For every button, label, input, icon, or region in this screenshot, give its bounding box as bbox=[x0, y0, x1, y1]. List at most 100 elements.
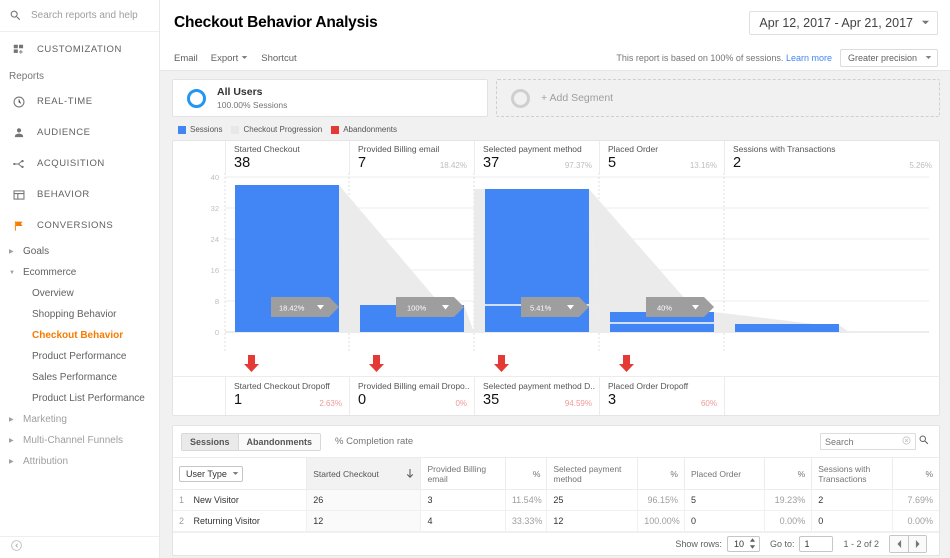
column-provided-billing-email[interactable]: Provided Billing email bbox=[421, 458, 505, 490]
sidebar-item-attribution[interactable]: ▶ Attribution bbox=[0, 451, 159, 472]
table-row[interactable]: 1 New Visitor 26 3 11.54% 25 96.15% 5 19… bbox=[173, 490, 939, 511]
funnel-step-label: Selected payment method bbox=[483, 144, 599, 155]
column-sessions-with-transactions[interactable]: Sessions with Transactions bbox=[812, 458, 892, 490]
behavior-icon bbox=[8, 188, 30, 202]
sidebar-item-label: Ecommerce bbox=[23, 267, 76, 278]
data-table-panel: Sessions Abandonments % Completion rate bbox=[172, 425, 940, 556]
precision-selector[interactable]: Greater precision bbox=[840, 49, 938, 67]
chevron-down-icon bbox=[921, 16, 930, 30]
row-index: 2 bbox=[179, 516, 184, 526]
cell-pct-3: 0.00% bbox=[765, 511, 812, 532]
sidebar-item-overview[interactable]: Overview bbox=[0, 283, 159, 304]
add-segment-label: + Add Segment bbox=[541, 92, 613, 104]
search-input[interactable] bbox=[31, 10, 151, 21]
person-icon bbox=[8, 126, 30, 140]
goto-input[interactable] bbox=[799, 536, 833, 552]
sidebar-item-sales-performance[interactable]: Sales Performance bbox=[0, 367, 159, 388]
next-page-button[interactable] bbox=[908, 536, 926, 552]
cell-provided-billing-email: 4 bbox=[421, 511, 505, 532]
sidebar-item-label: Goals bbox=[23, 246, 49, 257]
clear-icon[interactable] bbox=[902, 436, 911, 447]
sidebar-item-checkout-behavior[interactable]: Checkout Behavior bbox=[0, 325, 159, 346]
row-name[interactable]: Returning Visitor bbox=[194, 516, 260, 526]
sidebar-item-shopping-behavior[interactable]: Shopping Behavior bbox=[0, 304, 159, 325]
title-bar: Checkout Behavior Analysis Apr 12, 2017 … bbox=[160, 0, 950, 46]
column-placed-order[interactable]: Placed Order bbox=[684, 458, 764, 490]
dropoff-label: Provided Billing email Dropo.. bbox=[358, 381, 474, 392]
sidebar-item-multi-channel-funnels[interactable]: ▶ Multi-Channel Funnels bbox=[0, 430, 159, 451]
table-toolbar: Sessions Abandonments % Completion rate bbox=[173, 426, 939, 457]
dropoff-arrow-icon bbox=[493, 355, 510, 373]
date-range-selector[interactable]: Apr 12, 2017 - Apr 21, 2017 bbox=[749, 11, 938, 35]
shortcut-button[interactable]: Shortcut bbox=[261, 53, 296, 64]
tab-abandonments[interactable]: Abandonments bbox=[238, 434, 321, 450]
sidebar-item-goals[interactable]: ▶ Goals bbox=[0, 241, 159, 262]
add-segment-button[interactable]: + Add Segment bbox=[496, 79, 940, 117]
column-pct-4[interactable]: % bbox=[892, 458, 939, 490]
column-pct-1[interactable]: % bbox=[505, 458, 547, 490]
chevron-right-icon: ▶ bbox=[9, 249, 23, 255]
column-pct-3[interactable]: % bbox=[765, 458, 812, 490]
column-started-checkout[interactable]: Started Checkout bbox=[307, 458, 421, 490]
sidebar-item-product-list-performance[interactable]: Product List Performance bbox=[0, 388, 159, 409]
action-bar: Email Export Shortcut This report is bas… bbox=[160, 46, 950, 71]
sidebar-item-behavior[interactable]: BEHAVIOR bbox=[0, 179, 159, 210]
segment-all-users[interactable]: All Users 100.00% Sessions bbox=[172, 79, 488, 117]
row-dimension-cell: 1 New Visitor bbox=[173, 490, 307, 511]
y-axis-ticks: 40 32 24 16 8 0 bbox=[211, 173, 219, 337]
sidebar-collapse-toggle[interactable] bbox=[0, 536, 159, 558]
sidebar-search[interactable] bbox=[0, 0, 159, 32]
segment-ring-icon bbox=[511, 89, 530, 108]
funnel-chart-panel: Started Checkout 38 Provided Billing ema… bbox=[172, 140, 940, 416]
email-button[interactable]: Email bbox=[174, 53, 198, 64]
cell-placed-order: 5 bbox=[684, 490, 764, 511]
column-selected-payment-method[interactable]: Selected payment method bbox=[547, 458, 638, 490]
learn-more-link[interactable]: Learn more bbox=[786, 53, 832, 63]
chevron-right-icon: ▶ bbox=[9, 417, 23, 423]
export-button[interactable]: Export bbox=[211, 53, 248, 64]
segment-ring-icon bbox=[187, 89, 206, 108]
dropoff-arrow-icon bbox=[618, 355, 635, 373]
svg-text:100%: 100% bbox=[407, 304, 427, 313]
search-icon[interactable] bbox=[918, 433, 930, 451]
sidebar-item-audience[interactable]: AUDIENCE bbox=[0, 117, 159, 148]
dropoff-pct: 0% bbox=[455, 399, 467, 408]
sidebar-item-label: Shopping Behavior bbox=[32, 309, 117, 320]
funnel-step-provided-billing-email: Provided Billing email 7 18.42% bbox=[349, 141, 474, 173]
sidebar-item-customization[interactable]: CUSTOMIZATION bbox=[0, 34, 159, 65]
funnel-plot-svg: 40 32 24 16 8 0 bbox=[173, 173, 929, 353]
sidebar-item-marketing[interactable]: ▶ Marketing bbox=[0, 409, 159, 430]
transition-tag-2: 100% bbox=[396, 297, 464, 317]
sidebar-item-acquisition[interactable]: ACQUISITION bbox=[0, 148, 159, 179]
cell-sessions-with-transactions: 0 bbox=[812, 511, 892, 532]
export-label: Export bbox=[211, 53, 238, 64]
row-name[interactable]: New Visitor bbox=[194, 495, 239, 505]
cell-pct-1: 11.54% bbox=[505, 490, 547, 511]
prev-page-button[interactable] bbox=[890, 536, 908, 552]
completion-rate-toggle[interactable]: % Completion rate bbox=[335, 436, 413, 447]
dimension-selector[interactable]: User Type bbox=[179, 466, 243, 482]
legend-item-abandonments[interactable]: Abandonments bbox=[331, 125, 397, 134]
column-pct-2[interactable]: % bbox=[638, 458, 685, 490]
sidebar-item-ecommerce[interactable]: ▼ Ecommerce bbox=[0, 262, 159, 283]
dropoff-arrow-row bbox=[173, 353, 939, 377]
legend-item-sessions[interactable]: Sessions bbox=[178, 125, 222, 134]
sidebar-item-real-time[interactable]: REAL-TIME bbox=[0, 86, 159, 117]
sidebar-item-label: Overview bbox=[32, 288, 74, 299]
dropoff-axis-spacer bbox=[173, 377, 225, 415]
sidebar-item-label: Product Performance bbox=[32, 351, 127, 362]
funnel-step-pct: 5.26% bbox=[909, 161, 932, 170]
table-row[interactable]: 2 Returning Visitor 12 4 33.33% 12 100.0… bbox=[173, 511, 939, 532]
funnel-step-label: Provided Billing email bbox=[358, 144, 474, 155]
stepper-icon bbox=[749, 538, 756, 551]
dropoff-arrow-icon bbox=[368, 355, 385, 373]
sidebar-item-conversions[interactable]: CONVERSIONS bbox=[0, 210, 159, 241]
sidebar-nav: CUSTOMIZATION Reports REAL-TIME AUDIENCE bbox=[0, 32, 159, 536]
legend-item-checkout-progression[interactable]: Checkout Progression bbox=[231, 125, 322, 134]
rows-per-page-select[interactable]: 10 bbox=[727, 536, 760, 552]
svg-text:40%: 40% bbox=[657, 304, 672, 313]
svg-text:0: 0 bbox=[215, 328, 219, 337]
sidebar-item-product-performance[interactable]: Product Performance bbox=[0, 346, 159, 367]
tab-sessions[interactable]: Sessions bbox=[182, 434, 238, 450]
chevron-down-icon bbox=[241, 53, 248, 64]
